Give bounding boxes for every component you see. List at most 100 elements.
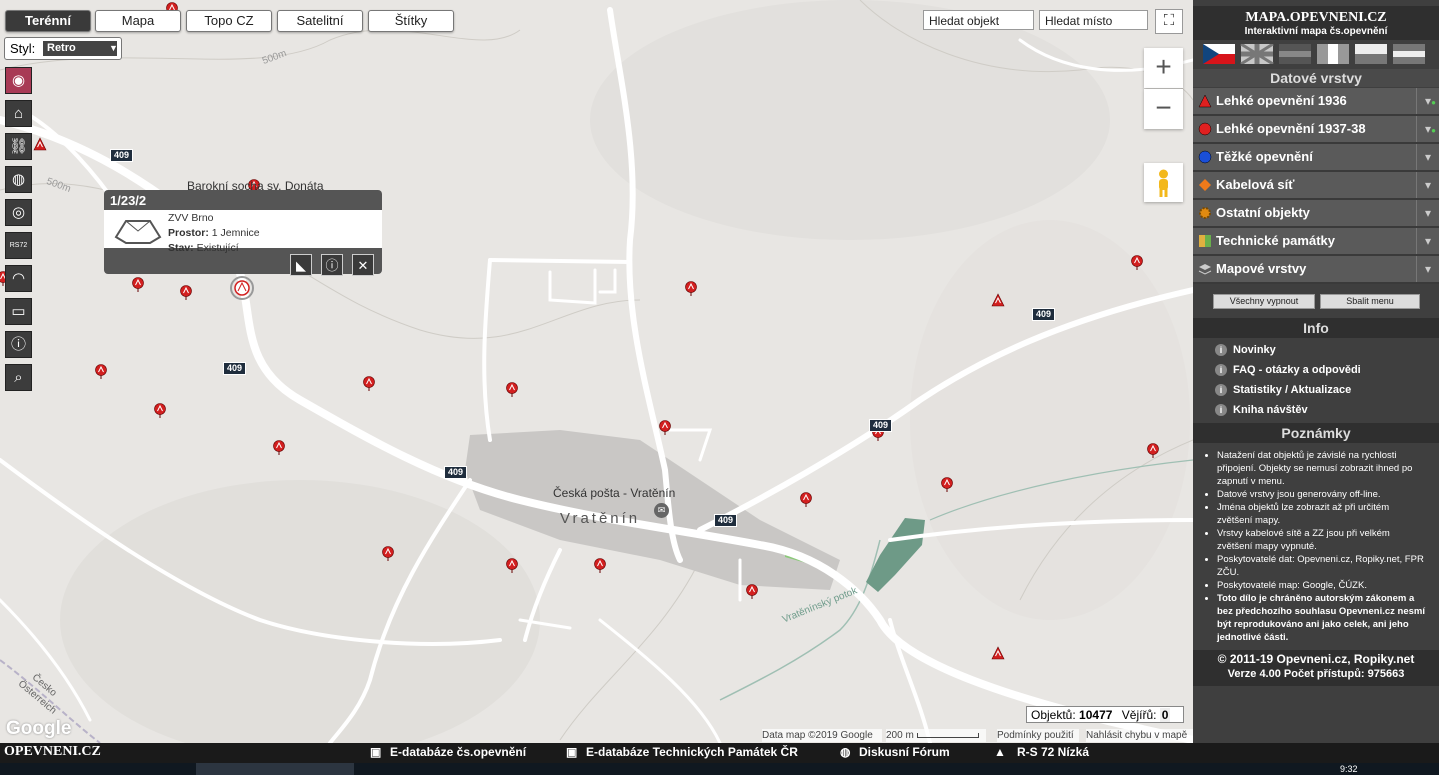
popup-body: ZVV Brno Prostor: 1 Jemnice Stav: Existu… bbox=[104, 210, 382, 254]
zoom-in-button[interactable]: + bbox=[1144, 48, 1183, 88]
layer-item[interactable]: Kabelová síť ▾ bbox=[1193, 172, 1439, 200]
popup-stav-value: Existující bbox=[196, 242, 239, 254]
bunker-marker-icon[interactable] bbox=[363, 376, 375, 392]
scale-line bbox=[916, 732, 979, 738]
flag-de-icon bbox=[1279, 44, 1311, 64]
maptype-topo-button[interactable]: Topo CZ bbox=[186, 10, 272, 32]
bunker-marker-icon[interactable] bbox=[506, 382, 518, 398]
close-icon[interactable]: ✕ bbox=[352, 254, 374, 276]
street-view-pegman-icon[interactable] bbox=[1144, 163, 1183, 202]
bunker-marker-icon[interactable] bbox=[132, 277, 144, 293]
chevron-down-icon[interactable]: ▾ bbox=[1416, 144, 1439, 170]
info-item-label: Novinky bbox=[1233, 344, 1276, 356]
flag-fr-icon bbox=[1317, 44, 1349, 64]
objects-label: Objektů: bbox=[1031, 708, 1076, 722]
terms-link[interactable]: Podmínky použití bbox=[997, 729, 1079, 742]
road-number: 409 bbox=[1032, 308, 1056, 321]
style-value[interactable]: Retro bbox=[43, 41, 117, 56]
post-icon[interactable]: ✉ bbox=[654, 503, 669, 518]
bunker-marker-icon[interactable] bbox=[746, 584, 758, 600]
layer-item[interactable]: Technické památky ▾ bbox=[1193, 228, 1439, 256]
bunker-marker-icon[interactable] bbox=[991, 646, 1005, 660]
zoom-out-button[interactable]: − bbox=[1144, 89, 1183, 129]
bunker-marker-icon[interactable] bbox=[800, 492, 812, 508]
collapse-menu-button[interactable]: Sbalit menu bbox=[1320, 294, 1420, 309]
layer-label: Lehké opevnění 1937-38 bbox=[1216, 121, 1366, 136]
layer-item[interactable]: Těžké opevnění ▾ bbox=[1193, 144, 1439, 172]
link-icon[interactable]: ⛓ bbox=[5, 133, 32, 160]
chevron-down-icon[interactable]: ▾ ● bbox=[1416, 88, 1439, 114]
style-select[interactable]: Styl: Retro ▼ bbox=[4, 37, 122, 60]
bunker-marker-icon[interactable] bbox=[594, 558, 606, 574]
map-canvas[interactable]: Terénní Mapa Topo CZ Satelitní Štítky St… bbox=[0, 0, 1193, 743]
globe-icon[interactable]: ◍ bbox=[5, 166, 32, 193]
info-item-faq[interactable]: i FAQ - otázky a odpovědi bbox=[1215, 364, 1361, 376]
note-item: Poskytovatelé map: Google, ČÚZK. bbox=[1217, 579, 1425, 592]
fullscreen-icon[interactable]: ⛶ bbox=[1155, 9, 1183, 34]
taskbar-active-app[interactable] bbox=[196, 763, 354, 775]
search-place-input[interactable]: Hledat místo bbox=[1039, 10, 1148, 30]
info-icon: i bbox=[1215, 404, 1227, 416]
home-icon[interactable]: ⌂ bbox=[5, 100, 32, 127]
layer-item[interactable]: Ostatní objekty ▾ bbox=[1193, 200, 1439, 228]
report-error-link[interactable]: Nahlásit chybu v mapě bbox=[1086, 729, 1193, 742]
footer-brand[interactable]: OPEVNENI.CZ bbox=[4, 744, 101, 760]
fan-icon[interactable]: ◣ bbox=[290, 254, 312, 276]
info-item-news[interactable]: i Novinky bbox=[1215, 344, 1276, 356]
forum-icon: ◍ bbox=[840, 745, 851, 759]
popup-info-icon[interactable]: ⓘ bbox=[321, 254, 343, 276]
chevron-down-icon[interactable]: ▾ bbox=[1416, 200, 1439, 226]
bunker-marker-icon[interactable] bbox=[180, 285, 192, 301]
bunker-marker-icon[interactable] bbox=[154, 403, 166, 419]
bunker-plan-icon bbox=[110, 213, 166, 247]
data-layers-title: Datové vrstvy bbox=[1193, 69, 1439, 87]
road-number: 409 bbox=[869, 419, 893, 432]
footer-link-rs72[interactable]: R-S 72 Nízká bbox=[1017, 745, 1089, 759]
maptype-terrain-button[interactable]: Terénní bbox=[5, 10, 91, 32]
chevron-down-icon[interactable]: ▾ ● bbox=[1416, 116, 1439, 142]
fans-label: Vějířů: bbox=[1121, 708, 1157, 722]
objects-count: 10477 bbox=[1079, 708, 1113, 722]
circle-icon bbox=[1198, 150, 1212, 167]
bunker-marker-icon[interactable] bbox=[659, 420, 671, 436]
layer-item[interactable]: Lehké opevnění 1937-38 ▾ ● bbox=[1193, 116, 1439, 144]
footer-link-database[interactable]: E-databáze čs.opevnění bbox=[390, 745, 526, 759]
bunker-marker-icon[interactable] bbox=[273, 440, 285, 456]
info-title: Info bbox=[1193, 318, 1439, 338]
scale-bar: 200 m bbox=[886, 729, 986, 742]
footer-link-tech-monuments[interactable]: E-databáze Technických Památek ČR bbox=[586, 745, 798, 759]
layer-item[interactable]: Mapové vrstvy ▾ bbox=[1193, 256, 1439, 284]
radar-icon[interactable]: ◠ bbox=[5, 265, 32, 292]
layer-item[interactable]: Lehké opevnění 1936 ▾ ● bbox=[1193, 88, 1439, 116]
search-object-input[interactable]: Hledat objekt bbox=[923, 10, 1034, 30]
target-icon[interactable]: ◎ bbox=[5, 199, 32, 226]
popup-prostor-label: Prostor: bbox=[168, 227, 209, 239]
rs72-icon[interactable]: RS72 bbox=[5, 232, 32, 259]
sidebar-header: MAPA.OPEVNENI.CZ Interaktivní mapa čs.op… bbox=[1193, 6, 1439, 40]
turn-all-off-button[interactable]: Všechny vypnout bbox=[1213, 294, 1315, 309]
footer-link-forum[interactable]: Diskusní Fórum bbox=[859, 745, 950, 759]
selected-marker-icon[interactable] bbox=[230, 276, 254, 300]
popup-stav: Stav: Existující bbox=[168, 242, 239, 254]
chevron-down-icon[interactable]: ▾ bbox=[1416, 256, 1439, 282]
bunker-marker-icon[interactable] bbox=[685, 281, 697, 297]
info-icon[interactable]: ⓘ bbox=[5, 331, 32, 358]
info-item-label: FAQ - otázky a odpovědi bbox=[1233, 364, 1361, 376]
bunker-marker-icon[interactable] bbox=[95, 364, 107, 380]
bunker-marker-icon[interactable] bbox=[33, 137, 47, 151]
maptype-labels-button[interactable]: Štítky bbox=[368, 10, 454, 32]
chevron-down-icon[interactable]: ▾ bbox=[1416, 228, 1439, 254]
maptype-satellite-button[interactable]: Satelitní bbox=[277, 10, 363, 32]
flag-cz-icon bbox=[1203, 44, 1235, 64]
info-item-stats[interactable]: i Statistiky / Aktualizace bbox=[1215, 384, 1351, 396]
maptype-map-button[interactable]: Mapa bbox=[95, 10, 181, 32]
info-item-guestbook[interactable]: i Kniha návštěv bbox=[1215, 404, 1308, 416]
flag-at-icon bbox=[1393, 44, 1425, 64]
chevron-down-icon[interactable]: ▾ bbox=[1416, 172, 1439, 198]
ruler-icon[interactable]: ▭ bbox=[5, 298, 32, 325]
popup-stav-label: Stav: bbox=[168, 242, 194, 254]
info-item-label: Statistiky / Aktualizace bbox=[1233, 384, 1352, 396]
layers-eye-icon[interactable]: ◉ bbox=[5, 67, 32, 94]
object-popup: 1/23/2 ZVV Brno Prostor: 1 Jemnice Stav:… bbox=[104, 190, 382, 276]
zoom-search-icon[interactable]: ⌕ bbox=[5, 364, 32, 391]
